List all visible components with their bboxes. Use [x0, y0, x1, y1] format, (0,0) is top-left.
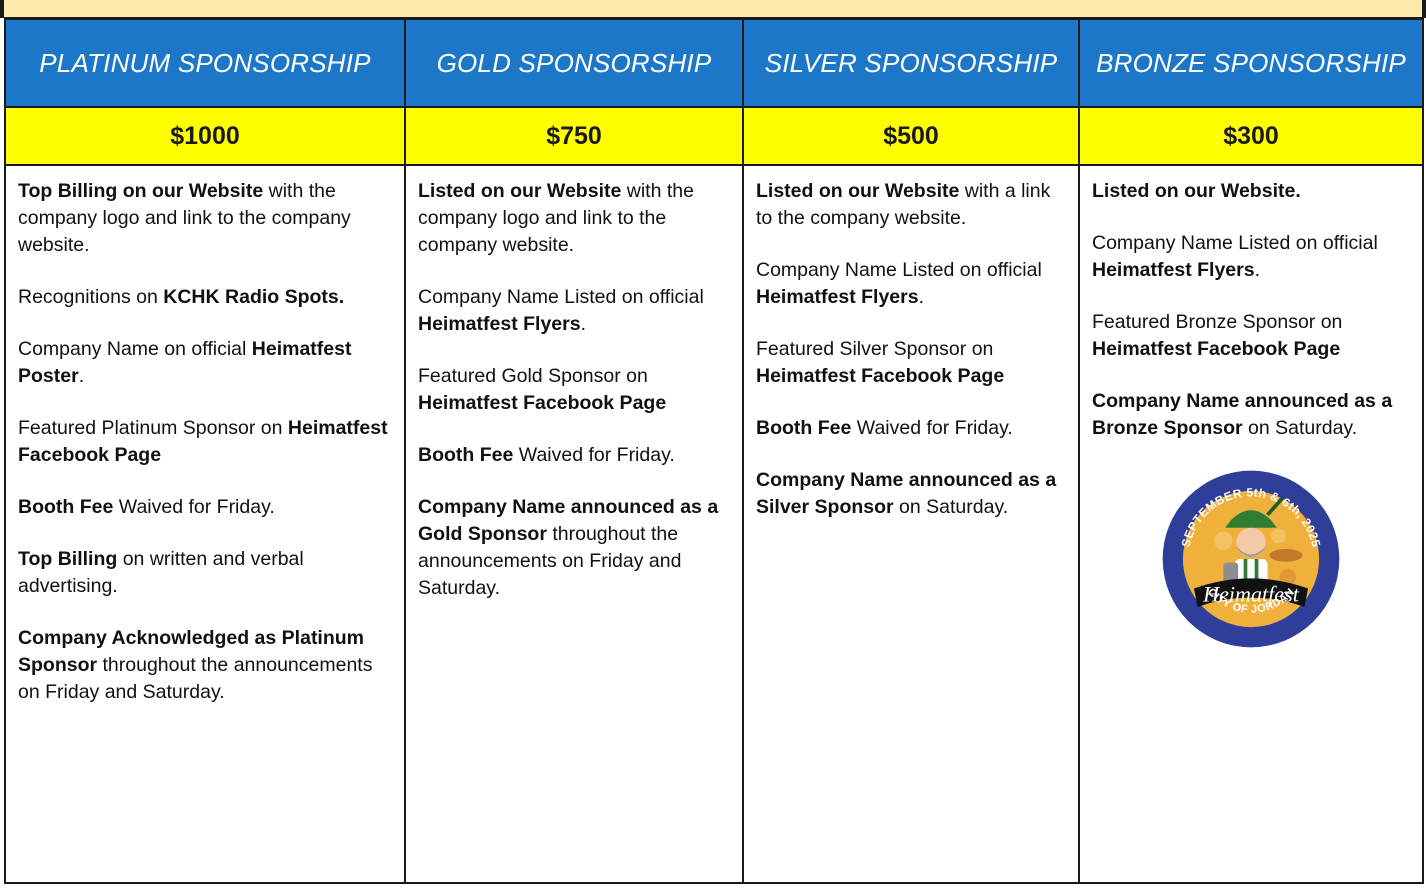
benefit-bold-text: Heimatfest Facebook Page	[1092, 338, 1341, 360]
heimatfest-logo: Heimatfest SEPTEMBER 5th & 6th, 2025 CIT…	[1092, 467, 1410, 651]
top-band	[0, 0, 1426, 18]
benefit-item: Recognitions on KCHK Radio Spots.	[18, 284, 392, 311]
benefit-bold-text: Heimatfest Flyers	[418, 313, 581, 335]
benefit-item: Company Acknowledged as Platinum Sponsor…	[18, 625, 392, 706]
tier-price-gold: $750	[404, 106, 744, 166]
benefit-item: Listed on our Website.	[1092, 178, 1410, 205]
benefit-text: Featured Gold Sponsor on	[418, 365, 648, 387]
benefit-item: Listed on our Website with a link to the…	[756, 178, 1066, 232]
heimatfest-logo-icon: Heimatfest SEPTEMBER 5th & 6th, 2025 CIT…	[1162, 470, 1340, 648]
benefit-bold-text: Listed on our Website	[756, 180, 960, 202]
benefit-text: .	[918, 286, 924, 308]
benefit-bold-text: Heimatfest Flyers	[1092, 259, 1255, 281]
benefit-text: Company Name Listed on official	[418, 286, 704, 308]
benefit-bold-text: KCHK Radio Spots.	[163, 286, 345, 308]
benefit-text: on Saturday.	[1242, 417, 1358, 439]
benefits-bronze: Listed on our Website. Company Name Liste…	[1078, 164, 1424, 884]
benefit-item: Company Name Listed on official Heimatfe…	[756, 257, 1066, 311]
benefit-text: Featured Silver Sponsor on	[756, 338, 994, 360]
benefits-bronze-list: Listed on our Website. Company Name Liste…	[1092, 178, 1410, 442]
benefit-item: Listed on our Website with the company l…	[418, 178, 730, 259]
benefit-item: Company Name announced as a Gold Sponsor…	[418, 494, 730, 602]
benefits-silver: Listed on our Website with a link to the…	[742, 164, 1080, 884]
tier-header-row: PLATINUM SPONSORSHIP GOLD SPONSORSHIP SI…	[4, 18, 1424, 108]
benefit-item: Top Billing on written and verbal advert…	[18, 546, 392, 600]
benefit-item: Booth Fee Waived for Friday.	[418, 442, 730, 469]
benefit-item: Top Billing on our Website with the comp…	[18, 178, 392, 259]
benefit-text: Featured Platinum Sponsor on	[18, 417, 288, 439]
tier-benefits-row: Top Billing on our Website with the comp…	[4, 164, 1424, 884]
sponsorship-table: PLATINUM SPONSORSHIP GOLD SPONSORSHIP SI…	[4, 18, 1424, 884]
benefit-item: Company Name announced as a Bronze Spons…	[1092, 388, 1410, 442]
benefit-bold-text: Heimatfest Flyers	[756, 286, 919, 308]
benefit-text: Waived for Friday.	[513, 444, 675, 466]
tier-price-platinum: $1000	[4, 106, 406, 166]
benefit-item: Company Name Listed on official Heimatfe…	[418, 284, 730, 338]
benefit-bold-text: Listed on our Website	[418, 180, 622, 202]
benefit-item: Featured Gold Sponsor on Heimatfest Face…	[418, 363, 730, 417]
benefit-bold-text: Listed on our Website.	[1092, 180, 1301, 202]
tier-title-gold: GOLD SPONSORSHIP	[404, 18, 744, 108]
benefit-item: Company Name announced as a Silver Spons…	[756, 467, 1066, 521]
tier-title-platinum: PLATINUM SPONSORSHIP	[4, 18, 406, 108]
sponsorship-page: PLATINUM SPONSORSHIP GOLD SPONSORSHIP SI…	[0, 0, 1426, 888]
benefit-text: Company Name Listed on official	[1092, 232, 1378, 254]
benefit-bold-text: Heimatfest Facebook Page	[756, 365, 1005, 387]
tier-price-row: $1000 $750 $500 $300	[4, 106, 1424, 166]
benefit-text: .	[580, 313, 586, 335]
benefit-text: .	[1254, 259, 1260, 281]
benefit-text: Featured Bronze Sponsor on	[1092, 311, 1343, 333]
tier-price-silver: $500	[742, 106, 1080, 166]
benefit-item: Booth Fee Waived for Friday.	[18, 494, 392, 521]
benefit-bold-text: Heimatfest Facebook Page	[418, 392, 667, 414]
benefits-platinum: Top Billing on our Website with the comp…	[4, 164, 406, 884]
benefit-text: Company Name on official	[18, 338, 252, 360]
benefit-item: Company Name on official Heimatfest Post…	[18, 336, 392, 390]
tier-title-bronze: BRONZE SPONSORSHIP	[1078, 18, 1424, 108]
benefit-bold-text: Booth Fee	[18, 496, 114, 518]
benefit-text: on Saturday.	[893, 496, 1009, 518]
benefits-gold: Listed on our Website with the company l…	[404, 164, 744, 884]
benefit-item: Booth Fee Waived for Friday.	[756, 415, 1066, 442]
tier-title-silver: SILVER SPONSORSHIP	[742, 18, 1080, 108]
benefit-text: Company Name Listed on official	[756, 259, 1042, 281]
benefit-item: Featured Bronze Sponsor on Heimatfest Fa…	[1092, 309, 1410, 363]
benefit-bold-text: Booth Fee	[418, 444, 514, 466]
tier-price-bronze: $300	[1078, 106, 1424, 166]
benefit-bold-text: Top Billing on our Website	[18, 180, 264, 202]
benefit-item: Featured Platinum Sponsor on Heimatfest …	[18, 415, 392, 469]
benefit-text: .	[78, 365, 85, 387]
benefit-bold-text: Booth Fee	[756, 417, 852, 439]
benefit-item: Featured Silver Sponsor on Heimatfest Fa…	[756, 336, 1066, 390]
benefit-text: Waived for Friday.	[113, 496, 275, 518]
benefit-text: Recognitions on	[18, 286, 164, 308]
benefit-item: Company Name Listed on official Heimatfe…	[1092, 230, 1410, 284]
benefit-bold-text: Top Billing	[18, 548, 118, 570]
benefit-text: Waived for Friday.	[851, 417, 1013, 439]
